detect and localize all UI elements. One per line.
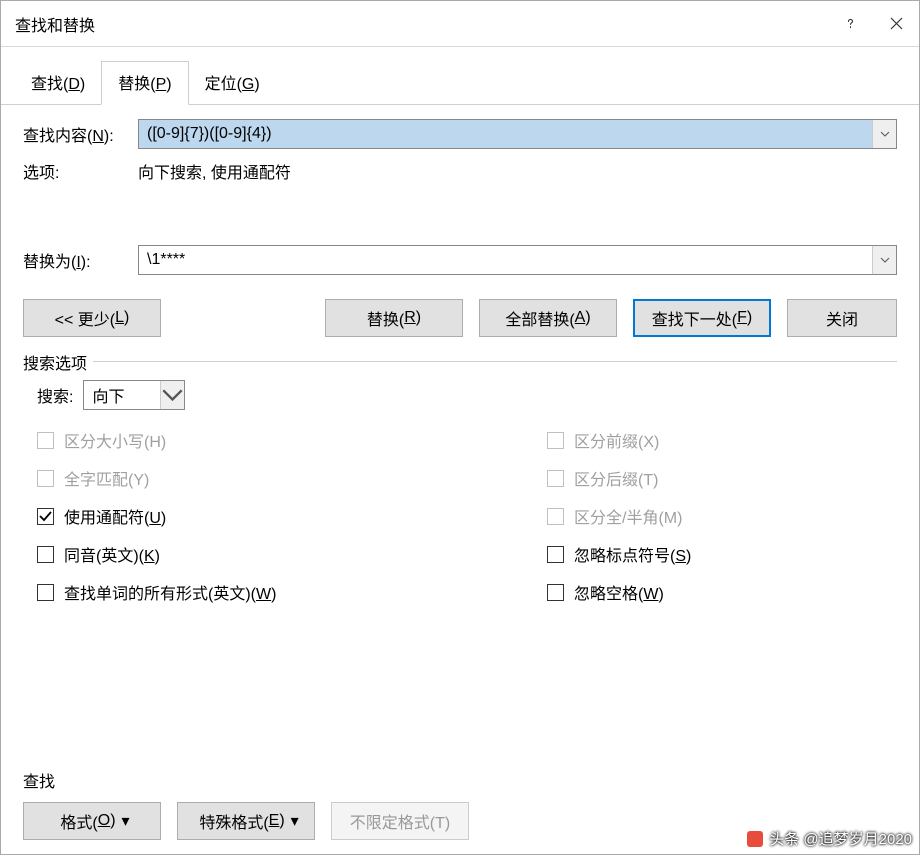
chevron-down-icon [880, 257, 890, 263]
replacewith-dropdown[interactable] [872, 246, 896, 274]
caret-down-icon: ▾ [122, 811, 130, 831]
caret-down-icon: ▾ [291, 811, 299, 831]
special-button[interactable]: 特殊格式(E) ▾ [177, 802, 315, 840]
window-title: 查找和替换 [15, 12, 827, 36]
replacewith-label: 替换为(I): [23, 248, 138, 272]
searchopts-legend: 搜索选项 [23, 350, 93, 374]
findwhat-dropdown[interactable] [872, 120, 896, 148]
find-section-label: 查找 [23, 768, 897, 792]
chk-ignorespace[interactable]: 忽略空格(W) [547, 580, 897, 604]
findwhat-label: 查找内容(N): [23, 122, 138, 146]
format-button[interactable]: 格式(O) ▾ [23, 802, 161, 840]
direction-value: 向下 [84, 381, 160, 409]
chk-ignorepunct[interactable]: 忽略标点符号(S) [547, 542, 897, 566]
replacewith-combo[interactable] [138, 245, 897, 275]
chevron-down-icon [880, 131, 890, 137]
direction-select[interactable]: 向下 [83, 380, 185, 410]
search-label: 搜索: [37, 383, 73, 407]
watermark-logo-icon [747, 831, 763, 847]
findnext-button[interactable]: 查找下一处(F) [633, 299, 771, 337]
chk-suffix: 区分后缀(T) [547, 466, 897, 490]
tab-find[interactable]: 查找(D) [15, 62, 101, 104]
check-icon [39, 511, 52, 522]
noformat-button: 不限定格式(T) [331, 802, 469, 840]
chk-wildcards[interactable]: 使用通配符(U) [37, 504, 387, 528]
help-icon [844, 17, 857, 30]
chk-prefix: 区分前缀(X) [547, 428, 897, 452]
close-button[interactable]: 关闭 [787, 299, 897, 337]
help-button[interactable] [827, 1, 873, 47]
tab-goto[interactable]: 定位(G) [189, 62, 276, 104]
less-button[interactable]: << 更少(L) [23, 299, 161, 337]
replacewith-input[interactable] [139, 246, 872, 274]
watermark: 头条 @追梦岁月2020 [747, 828, 912, 849]
findwhat-combo[interactable] [138, 119, 897, 149]
close-icon [890, 17, 903, 30]
chk-fullhalf: 区分全/半角(M) [547, 504, 897, 528]
tab-replace[interactable]: 替换(P) [101, 61, 188, 105]
options-label: 选项: [23, 159, 138, 183]
chk-allforms[interactable]: 查找单词的所有形式(英文)(W) [37, 580, 387, 604]
findwhat-input[interactable] [139, 120, 872, 148]
replaceall-button[interactable]: 全部替换(A) [479, 299, 617, 337]
close-window-button[interactable] [873, 1, 919, 47]
chk-matchcase: 区分大小写(H) [37, 428, 387, 452]
chk-soundslike[interactable]: 同音(英文)(K) [37, 542, 387, 566]
replace-button[interactable]: 替换(R) [325, 299, 463, 337]
chk-wholeword: 全字匹配(Y) [37, 466, 387, 490]
direction-dropdown[interactable] [160, 381, 184, 409]
chevron-down-icon [161, 388, 184, 402]
options-value: 向下搜索, 使用通配符 [138, 159, 291, 183]
